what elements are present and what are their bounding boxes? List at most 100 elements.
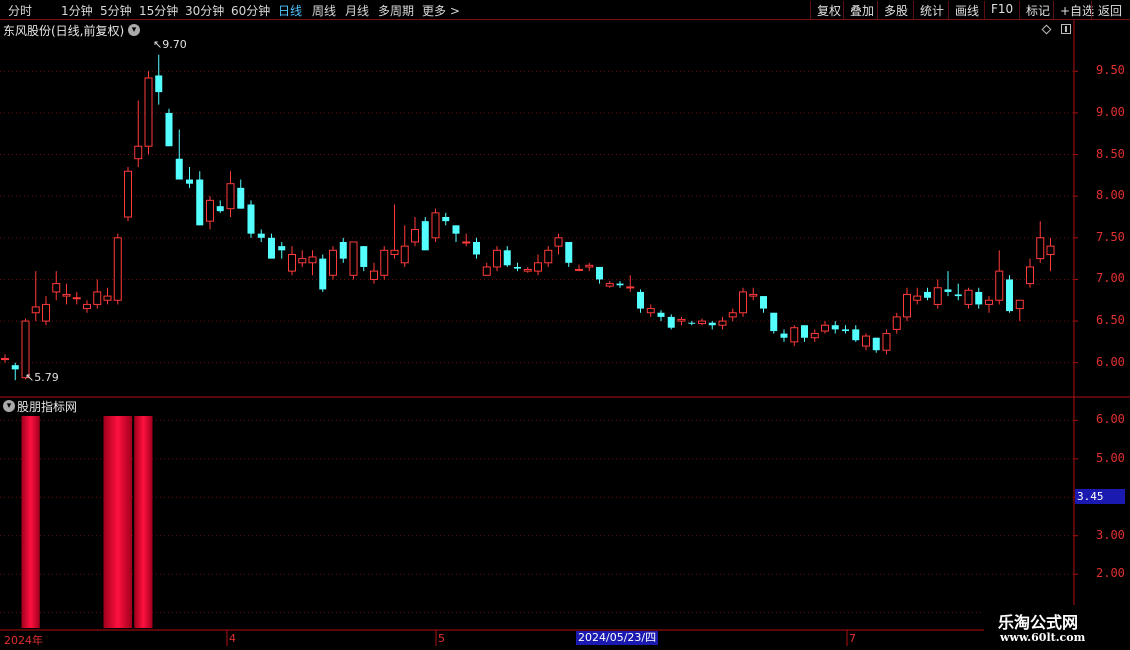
candle — [186, 167, 193, 188]
candle — [226, 171, 235, 217]
candle — [493, 246, 501, 272]
candle-body — [616, 283, 624, 286]
candle — [452, 225, 460, 242]
candle-body — [52, 283, 61, 293]
candle-body — [278, 246, 286, 251]
price-grid — [0, 70, 1078, 364]
candle — [278, 241, 286, 259]
indicator-tick-label: 2.00 — [1096, 566, 1125, 581]
candle-body — [11, 365, 19, 370]
candle-body — [728, 312, 737, 318]
candle — [903, 287, 911, 322]
candle — [770, 312, 778, 334]
candle — [882, 329, 891, 355]
candle-body — [790, 327, 799, 343]
candle — [421, 217, 429, 251]
candle-body — [93, 291, 102, 305]
chevron-down-icon[interactable]: ▾ — [3, 400, 15, 412]
candle-body — [862, 335, 870, 347]
candle — [237, 179, 245, 209]
indicator-title: 股朋指标网 — [17, 400, 78, 414]
candle-body — [514, 266, 521, 269]
candle — [93, 279, 102, 309]
signal-bar — [103, 416, 132, 628]
candle-body — [544, 249, 553, 264]
candle-body — [667, 316, 675, 328]
candle — [975, 287, 983, 309]
candle-body — [1006, 279, 1013, 312]
candle-body — [924, 291, 931, 298]
candle — [933, 279, 942, 309]
date-label-apr: 4 — [229, 632, 236, 645]
candle — [688, 321, 696, 326]
candle — [810, 329, 819, 342]
high-price-label: ↖9.70 — [153, 38, 187, 51]
candle — [760, 296, 767, 313]
candle — [380, 246, 389, 280]
panel-toggle-icon[interactable] — [1061, 24, 1071, 34]
candle — [964, 287, 973, 309]
indicator-tick-label: 6.00 — [1096, 412, 1125, 427]
candle-body — [42, 303, 50, 322]
candle — [739, 287, 747, 317]
candle-body — [534, 262, 542, 272]
candle-body — [975, 291, 983, 305]
candle-body — [708, 322, 716, 326]
candle-body — [442, 217, 450, 222]
indicator-tick-label: 5.00 — [1096, 450, 1125, 465]
candle — [134, 100, 143, 168]
candle-body — [186, 179, 193, 184]
candle — [144, 71, 153, 155]
candle-body — [872, 337, 880, 351]
candle-body — [31, 306, 40, 314]
candle-body — [810, 333, 819, 339]
candle-body — [370, 270, 378, 280]
candle-body — [411, 228, 419, 243]
candle-body — [288, 253, 296, 272]
candle-body — [749, 293, 758, 297]
candle-body — [308, 256, 317, 264]
candle — [852, 325, 860, 342]
candle-body — [1015, 299, 1024, 310]
candle — [872, 337, 880, 353]
candle — [892, 312, 901, 334]
candle-body — [380, 249, 389, 276]
candle — [626, 275, 635, 292]
candle — [954, 283, 962, 301]
candle — [605, 281, 614, 288]
candle — [544, 246, 553, 267]
candle — [165, 108, 173, 147]
candle-body — [677, 318, 686, 322]
candle — [677, 316, 686, 326]
candle-body — [298, 258, 307, 264]
candle-body — [155, 75, 163, 93]
candle-body — [739, 291, 747, 314]
candle — [216, 200, 224, 213]
candle-body — [944, 289, 952, 292]
candle-body — [237, 187, 245, 209]
candle-body — [319, 258, 327, 290]
candle-body — [523, 268, 532, 272]
candle-body — [1036, 237, 1045, 260]
candle — [995, 250, 1004, 305]
candle-body — [637, 291, 644, 309]
candle — [72, 291, 81, 305]
candle — [514, 262, 521, 272]
candle — [42, 296, 50, 326]
candle-body — [216, 206, 224, 212]
candle-body — [482, 266, 491, 276]
candle-body — [431, 212, 440, 239]
candle — [462, 233, 471, 247]
chevron-down-icon[interactable]: ▾ — [128, 24, 140, 36]
chart-canvas[interactable] — [0, 0, 1130, 650]
candle — [667, 314, 675, 330]
candle — [1026, 258, 1034, 288]
candle-body — [657, 312, 665, 317]
candle — [349, 241, 358, 280]
candle-body — [933, 287, 942, 305]
candle-body — [646, 308, 655, 314]
indicator-bars — [21, 416, 153, 628]
candle-body — [954, 294, 962, 297]
candle — [155, 54, 163, 105]
candle-body — [575, 268, 583, 271]
